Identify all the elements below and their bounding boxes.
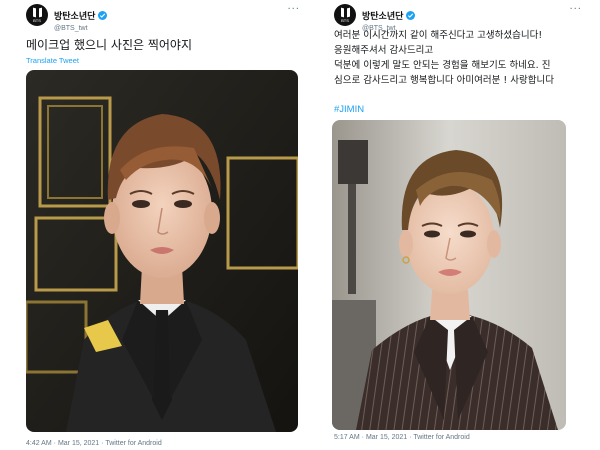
- avatar-logo-text: BTS: [341, 17, 349, 23]
- tweet-photo[interactable]: [26, 70, 298, 432]
- tweet-card-right[interactable]: BTS 방탄소년단 @BTS_twt ··· 여러분 이시간까지 같이 해주신다…: [326, 0, 588, 450]
- tweet-time[interactable]: 4:42 AM: [26, 440, 52, 447]
- tweet-date[interactable]: Mar 15, 2021: [58, 440, 99, 447]
- avatar[interactable]: BTS: [334, 4, 356, 26]
- tweet-text: 메이크업 했으니 사진은 찍어야지: [26, 38, 193, 52]
- display-name-text: 방탄소년단: [54, 12, 96, 22]
- tweet-text: 여러분 이시간까지 같이 해주신다고 고생하셨습니다! 응원해주셔서 감사드리고…: [334, 28, 582, 88]
- tweet-source: Twitter for Android: [105, 440, 162, 447]
- tweet-text-line: 심으로 감사드리고 행복합니다 아미여러분 ! 사랑합니다: [334, 75, 554, 86]
- more-options-icon[interactable]: ···: [287, 5, 300, 15]
- tweet-footer: 4:42 AM · Mar 15, 2021 · Twitter for And…: [26, 440, 162, 447]
- bts-logo-icon: [33, 8, 42, 17]
- display-name[interactable]: 방탄소년단: [54, 9, 108, 22]
- selfie-photo-illustration: [332, 120, 566, 430]
- display-name[interactable]: 방탄소년단: [362, 9, 416, 22]
- translate-tweet-link[interactable]: Translate Tweet: [26, 56, 79, 65]
- footer-separator: ·: [361, 434, 364, 441]
- avatar[interactable]: BTS: [26, 4, 48, 26]
- footer-separator: ·: [53, 440, 56, 447]
- tweet-date[interactable]: Mar 15, 2021: [366, 434, 407, 441]
- tweet-header: BTS 방탄소년단 @BTS_twt ···: [26, 4, 302, 34]
- tweet-text-line: 덕분에 이렇게 말도 안되는 경험을 해보기도 하네요. 진: [334, 60, 551, 71]
- footer-separator: ·: [409, 434, 412, 441]
- tweet-time[interactable]: 5:17 AM: [334, 434, 360, 441]
- tweet-footer: 5:17 AM · Mar 15, 2021 · Twitter for And…: [334, 434, 470, 441]
- tweet-card-left[interactable]: BTS 방탄소년단 @BTS_twt ··· 메이크업 했으니 사진은 찍어야지…: [18, 0, 306, 450]
- footer-separator: ·: [101, 440, 104, 447]
- selfie-photo-illustration: [26, 70, 298, 432]
- tweet-photo[interactable]: [332, 120, 566, 430]
- tweet-source: Twitter for Android: [413, 434, 470, 441]
- bts-logo-icon: [341, 8, 350, 17]
- tweet-text-line: 응원해주셔서 감사드리고: [334, 45, 434, 56]
- more-options-icon[interactable]: ···: [569, 5, 582, 15]
- account-handle[interactable]: @BTS_twt: [54, 25, 107, 32]
- display-name-text: 방탄소년단: [362, 12, 404, 22]
- verified-badge-icon: [406, 11, 416, 20]
- tweet-text-line: 여러분 이시간까지 같이 해주신다고 고생하셨습니다!: [334, 30, 543, 41]
- hashtag-link[interactable]: #JIMIN: [334, 104, 364, 115]
- verified-badge-icon: [98, 11, 108, 20]
- account-name-block[interactable]: 방탄소년단 @BTS_twt: [54, 4, 108, 32]
- avatar-logo-text: BTS: [33, 17, 41, 23]
